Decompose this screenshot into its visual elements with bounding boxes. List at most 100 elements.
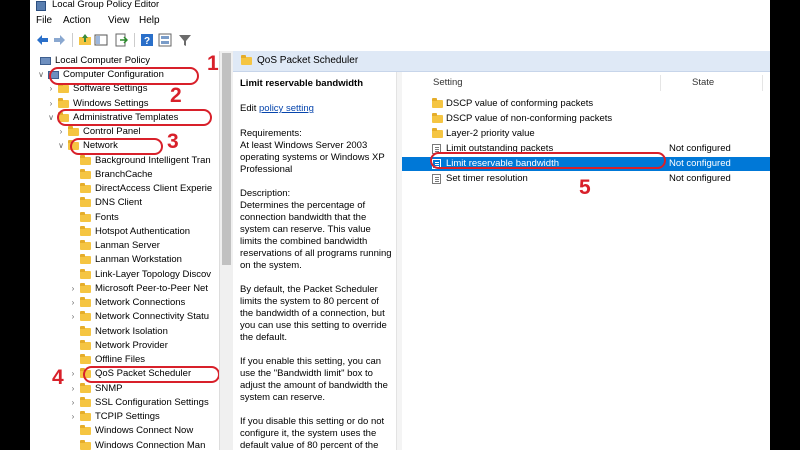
setting-state: Not configured xyxy=(669,173,731,184)
column-header-setting[interactable]: Setting xyxy=(433,77,463,88)
folder-icon xyxy=(80,354,91,364)
folder-icon xyxy=(432,113,443,123)
chevron-down-icon[interactable]: ∨ xyxy=(36,68,46,82)
tree-item-microsoft-peer-to-peer-net[interactable]: › Microsoft Peer-to-Peer Net xyxy=(68,282,219,296)
chevron-right-icon[interactable]: › xyxy=(68,310,78,324)
setting-name: DSCP value of conforming packets xyxy=(446,98,594,109)
tree-item-lanman-server[interactable]: Lanman Server xyxy=(68,239,219,253)
policy-editor-icon xyxy=(36,1,46,11)
tree-item-windows-connect-now[interactable]: Windows Connect Now xyxy=(68,424,219,438)
edit-policy-setting-link[interactable]: policy setting xyxy=(259,103,314,114)
menu-view[interactable]: View xyxy=(108,15,130,26)
tree-item-offline-files[interactable]: Offline Files xyxy=(68,353,219,367)
tree-item-network-connections[interactable]: › Network Connections xyxy=(68,296,219,310)
tree-scrollbar-thumb[interactable] xyxy=(222,53,231,265)
chevron-right-icon[interactable]: › xyxy=(68,282,78,296)
setting-row-dscp-value-of-conforming-packets[interactable]: DSCP value of conforming packets xyxy=(402,97,770,111)
setting-name: DSCP value of non-conforming packets xyxy=(446,113,613,124)
folder-icon xyxy=(80,168,91,179)
annotation-number-3: 3 xyxy=(167,130,179,153)
policy-tree[interactable]: Local Computer Policy ∨ Computer Configur… xyxy=(30,51,219,450)
chevron-right-icon[interactable]: › xyxy=(56,125,66,139)
folder-icon xyxy=(80,325,91,336)
details-pane: QoS Packet Scheduler Limit reservable ba… xyxy=(233,51,770,450)
help-icon[interactable]: ? xyxy=(140,33,154,47)
description-paragraph: If you enable this setting, you can use … xyxy=(240,356,388,403)
tree-item-label: Network Connections xyxy=(95,297,186,308)
tree-item-label: SSL Configuration Settings xyxy=(95,396,209,408)
menu-bar: File Action View Help xyxy=(30,12,770,29)
settings-list[interactable]: Setting State DSCP value of conforming p… xyxy=(402,72,770,450)
tree-item-tcpip-settings[interactable]: › TCPIP Settings xyxy=(68,410,219,424)
filter-icon[interactable] xyxy=(178,33,192,47)
tree-item-snmp[interactable]: › SNMP xyxy=(68,382,219,396)
annotation-number-4: 4 xyxy=(52,366,64,389)
folder-icon xyxy=(432,98,443,108)
tree-item-directaccess-client-experie[interactable]: DirectAccess Client Experie xyxy=(68,182,219,196)
menu-action[interactable]: Action xyxy=(63,15,91,26)
back-arrow-icon[interactable] xyxy=(36,33,50,47)
column-header-state[interactable]: State xyxy=(692,77,714,88)
chevron-right-icon[interactable]: › xyxy=(68,296,78,310)
chevron-right-icon[interactable]: › xyxy=(68,410,78,424)
forward-arrow-icon[interactable] xyxy=(52,33,66,47)
tree-item-branchcache[interactable]: BranchCache xyxy=(68,168,219,182)
folder-icon xyxy=(432,128,443,138)
policy-setting-icon xyxy=(432,174,441,184)
menu-help[interactable]: Help xyxy=(139,15,160,26)
window-title: Local Group Policy Editor xyxy=(52,0,160,10)
folder-icon xyxy=(80,254,91,265)
chevron-right-icon[interactable]: › xyxy=(68,367,78,381)
tree-item-network-isolation[interactable]: Network Isolation xyxy=(68,325,219,339)
tree-item-label: Windows Connection Man xyxy=(95,439,206,450)
tree-item-lanman-workstation[interactable]: Lanman Workstation xyxy=(68,253,219,267)
tree-item-background-intelligent-tran[interactable]: Background Intelligent Tran xyxy=(68,154,219,168)
tree-item-windows-connection-man[interactable]: Windows Connection Man xyxy=(68,439,219,450)
tree-item-label: Lanman Server xyxy=(95,240,160,251)
chevron-right-icon[interactable]: › xyxy=(68,396,78,410)
folder-icon xyxy=(80,183,91,193)
tree-item-hotspot-authentication[interactable]: Hotspot Authentication xyxy=(68,225,219,239)
tree-item-label: TCPIP Settings xyxy=(95,411,160,422)
requirements-label: Requirements: xyxy=(240,128,302,139)
chevron-right-icon[interactable]: › xyxy=(68,382,78,396)
group-policy-editor-window: Local Group Policy Editor File Action Vi… xyxy=(30,0,770,450)
tree-item-network-connectivity-statu[interactable]: › Network Connectivity Statu xyxy=(68,310,219,324)
setting-state: Not configured xyxy=(669,158,731,169)
folder-icon xyxy=(80,282,91,293)
tree-root-local-computer-policy[interactable]: Local Computer Policy xyxy=(36,54,216,68)
tree-item-fonts[interactable]: Fonts xyxy=(68,211,219,225)
setting-name: Layer-2 priority value xyxy=(446,128,535,139)
properties-icon[interactable] xyxy=(158,33,172,47)
export-list-icon[interactable] xyxy=(114,33,129,47)
tree-item-label: Offline Files xyxy=(95,354,145,365)
tree-item-label: Control Panel xyxy=(83,126,141,137)
tree-scrollbar[interactable] xyxy=(219,51,234,450)
chevron-down-icon[interactable]: ∨ xyxy=(56,139,66,153)
menu-file[interactable]: File xyxy=(36,15,52,26)
setting-row-layer-2-priority-value[interactable]: Layer-2 priority value xyxy=(402,127,770,141)
requirements-text: At least Windows Server 2003 operating s… xyxy=(240,140,385,175)
folder-icon xyxy=(80,439,91,450)
tree-item-label: Network Provider xyxy=(95,339,168,351)
folder-icon xyxy=(241,55,252,65)
annotation-circle-5 xyxy=(430,152,666,169)
tree-item-network-provider[interactable]: Network Provider xyxy=(68,339,219,353)
tree-item-dns-client[interactable]: DNS Client xyxy=(68,196,219,210)
tree-item-ssl-configuration-settings[interactable]: › SSL Configuration Settings xyxy=(68,396,219,410)
svg-text:?: ? xyxy=(144,36,150,47)
annotation-circle-1 xyxy=(49,67,199,85)
tree-item-label: DirectAccess Client Experie xyxy=(95,183,213,194)
chevron-right-icon[interactable]: › xyxy=(46,97,56,111)
tree-item-control-panel[interactable]: › Control Panel xyxy=(56,125,219,139)
setting-row-dscp-value-of-non-conforming-packets[interactable]: DSCP value of non-conforming packets xyxy=(402,112,770,126)
up-folder-icon[interactable] xyxy=(78,33,92,47)
annotation-number-5: 5 xyxy=(579,176,591,199)
tree-item-link-layer-topology-discov[interactable]: Link-Layer Topology Discov xyxy=(68,268,219,282)
chevron-down-icon[interactable]: ∨ xyxy=(46,111,56,125)
setting-state: Not configured xyxy=(669,143,731,154)
folder-icon xyxy=(68,126,79,136)
show-hide-tree-icon[interactable] xyxy=(94,33,108,47)
tree-item-label: Local Computer Policy xyxy=(55,55,151,66)
folder-icon xyxy=(80,211,91,222)
